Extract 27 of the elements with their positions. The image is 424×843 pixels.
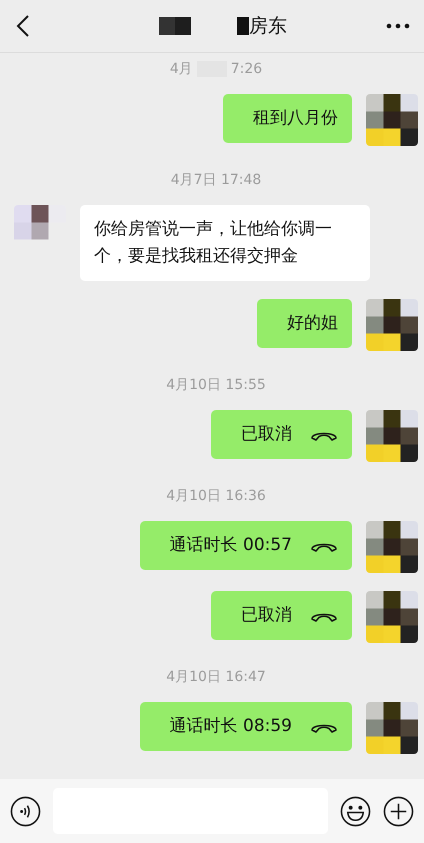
chat-title: 房东 — [249, 14, 287, 39]
redaction-block — [159, 17, 191, 35]
redaction-block — [237, 17, 249, 35]
timestamp: 4月10日 15:55 — [166, 376, 266, 394]
timestamp: 4月10日 16:36 — [166, 487, 266, 505]
emoji-icon[interactable] — [340, 796, 371, 826]
message-text: 已取消 — [241, 604, 292, 627]
message-text: 好的姐 — [287, 312, 338, 335]
message-text: 已取消 — [241, 423, 292, 446]
add-icon[interactable] — [383, 796, 414, 826]
voice-icon[interactable] — [10, 796, 41, 826]
message-text: 通话时长 00:57 — [170, 534, 292, 557]
message-text: 租到八月份 — [253, 107, 338, 130]
timestamp: 4月 — [170, 60, 193, 78]
timestamp: 4月7日 17:48 — [170, 171, 262, 189]
more-icon[interactable] — [386, 23, 410, 29]
avatar[interactable] — [366, 299, 418, 351]
timestamp: 4月10日 16:47 — [166, 668, 266, 686]
avatar[interactable] — [366, 702, 418, 754]
avatar[interactable] — [366, 521, 418, 573]
back-icon[interactable] — [16, 14, 30, 38]
avatar[interactable] — [366, 410, 418, 462]
message-text: 你给房管说一声，让他给你调一个，要是找我租还得交押金 — [94, 218, 333, 268]
avatar[interactable] — [366, 94, 418, 146]
timestamp: 7:26 — [230, 61, 262, 77]
avatar[interactable] — [366, 591, 418, 643]
message-text: 通话时长 08:59 — [170, 715, 292, 738]
